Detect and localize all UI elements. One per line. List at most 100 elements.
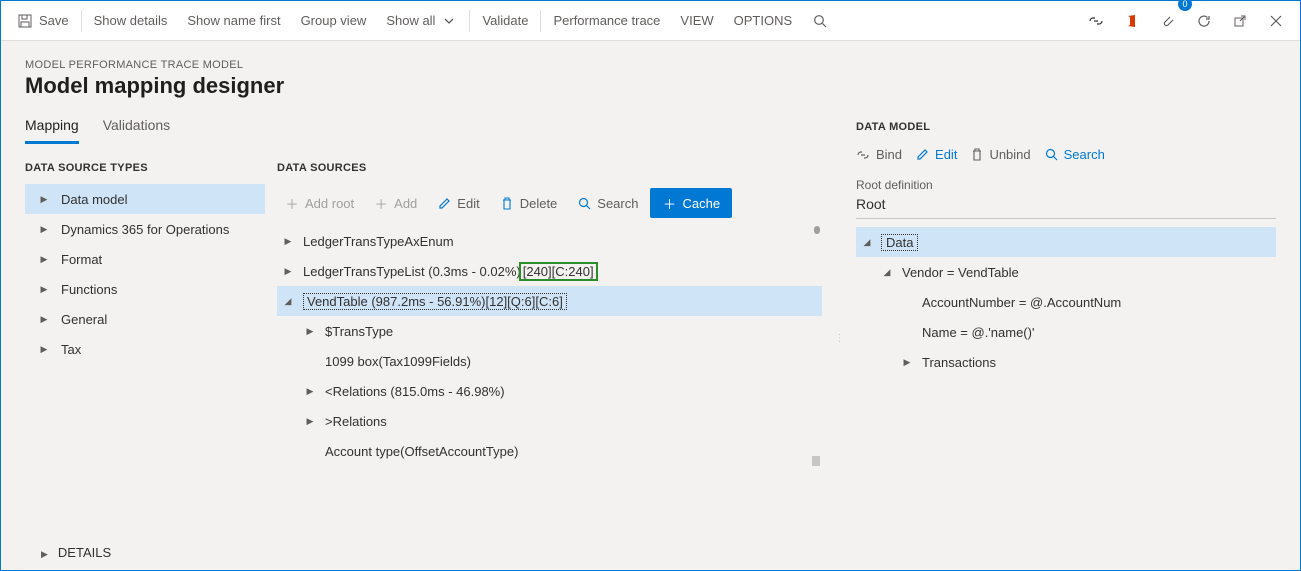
show-details-button[interactable]: Show details <box>84 1 178 40</box>
unbind-button[interactable]: Unbind <box>971 147 1030 162</box>
save-icon <box>17 13 33 29</box>
dm-edit-button[interactable]: Edit <box>916 147 957 162</box>
separator <box>81 10 82 32</box>
edit-button[interactable]: Edit <box>429 188 487 218</box>
link-icon-button[interactable] <box>1078 1 1114 40</box>
group-view-button[interactable]: Group view <box>291 1 377 40</box>
content-area: MODEL PERFORMANCE TRACE MODEL Model mapp… <box>1 41 1300 570</box>
popout-icon <box>1232 13 1248 29</box>
data-sources-panel: DATA SOURCES ＋Add root ＋Add Edit Delete … <box>277 154 822 537</box>
type-item-data-model[interactable]: ▶Data model <box>25 184 265 214</box>
chevron-down-icon <box>441 13 457 29</box>
type-item-general[interactable]: ▶General <box>25 304 265 334</box>
edit-icon <box>916 148 929 161</box>
caret-right-icon: ▶ <box>39 284 49 295</box>
data-sources-toolbar: ＋Add root ＋Add Edit Delete Search ＋Cache <box>277 184 822 226</box>
ds-row-gt-relations[interactable]: ▶>Relations <box>277 406 822 436</box>
attachments-button[interactable]: 0 <box>1150 1 1186 40</box>
dm-search-button[interactable]: Search <box>1045 147 1105 162</box>
selected-label: VendTable (987.2ms - 56.91%)[12][Q:6][C:… <box>303 293 567 310</box>
add-root-button: ＋Add root <box>277 188 362 218</box>
search-button[interactable] <box>802 1 838 40</box>
show-name-first-button[interactable]: Show name first <box>177 1 290 40</box>
scroll-bottom[interactable] <box>812 456 820 466</box>
data-model-tree: ◢Data ◢Vendor = VendTable AccountNumber … <box>856 227 1276 377</box>
cache-button[interactable]: ＋Cache <box>650 188 732 218</box>
options-button[interactable]: OPTIONS <box>724 1 803 40</box>
performance-trace-button[interactable]: Performance trace <box>543 1 670 40</box>
ds-row-accounttype[interactable]: Account type(OffsetAccountType) <box>277 436 822 466</box>
caret-right-icon: ▶ <box>39 344 49 355</box>
paperclip-icon <box>1160 13 1176 29</box>
tab-validations[interactable]: Validations <box>103 113 170 144</box>
data-sources-header: DATA SOURCES <box>277 154 822 184</box>
search-icon <box>1045 148 1058 161</box>
delete-icon <box>971 148 983 161</box>
search-icon <box>812 13 828 29</box>
dm-row-transactions[interactable]: ▶Transactions <box>856 347 1276 377</box>
caret-right-icon: ▶ <box>39 314 49 325</box>
office-icon <box>1124 13 1140 29</box>
data-model-panel: DATA MODEL Bind Edit Unbind Search Root … <box>856 59 1276 570</box>
add-button: ＋Add <box>366 188 425 218</box>
ds-row-transtype[interactable]: ▶$TransType <box>277 316 822 346</box>
caret-down-icon: ◢ <box>882 267 892 278</box>
caret-right-icon: ▶ <box>305 326 315 337</box>
caret-right-icon: ▶ <box>39 254 49 265</box>
scroll-thumb[interactable] <box>814 226 820 234</box>
caret-down-icon: ◢ <box>862 237 872 248</box>
caret-right-icon: ▶ <box>902 357 912 368</box>
type-item-functions[interactable]: ▶Functions <box>25 274 265 304</box>
bind-button[interactable]: Bind <box>856 147 902 162</box>
data-sources-tree: ▶LedgerTransTypeAxEnum ▶ LedgerTransType… <box>277 226 822 466</box>
data-model-header: DATA MODEL <box>856 121 1276 133</box>
root-definition-value[interactable]: Root <box>856 192 1276 219</box>
breadcrumb: MODEL PERFORMANCE TRACE MODEL <box>25 59 840 71</box>
link-icon <box>856 149 870 161</box>
caret-right-icon: ▶ <box>305 386 315 397</box>
validate-button[interactable]: Validate <box>472 1 538 40</box>
show-all-button[interactable]: Show all <box>376 1 467 40</box>
caret-down-icon: ◢ <box>283 296 293 307</box>
separator <box>540 10 541 32</box>
delete-icon <box>500 196 514 210</box>
tab-strip: Mapping Validations <box>25 113 840 144</box>
page-title: Model mapping designer <box>25 73 840 99</box>
type-item-d365[interactable]: ▶Dynamics 365 for Operations <box>25 214 265 244</box>
details-section[interactable]: ▶DETAILS <box>25 537 840 570</box>
plus-icon: ＋ <box>285 196 299 210</box>
ds-search-button[interactable]: Search <box>569 188 646 218</box>
caret-right-icon: ▶ <box>305 416 315 427</box>
dm-row-vendor[interactable]: ◢Vendor = VendTable <box>856 257 1276 287</box>
caret-right-icon: ▶ <box>283 236 293 247</box>
tab-mapping[interactable]: Mapping <box>25 113 79 144</box>
grip-icon: ⋮ <box>835 337 839 355</box>
dm-row-data[interactable]: ◢Data <box>856 227 1276 257</box>
office-button[interactable] <box>1114 1 1150 40</box>
plus-icon: ＋ <box>374 196 388 210</box>
ds-row-axenum[interactable]: ▶LedgerTransTypeAxEnum <box>277 226 822 256</box>
close-button[interactable] <box>1258 1 1294 40</box>
scrollbar[interactable] <box>814 226 820 466</box>
close-icon <box>1268 13 1284 29</box>
splitter[interactable]: ⋮ <box>834 154 840 537</box>
data-source-types-panel: DATA SOURCE TYPES ▶Data model ▶Dynamics … <box>25 154 265 537</box>
data-source-types-header: DATA SOURCE TYPES <box>25 154 265 184</box>
delete-button[interactable]: Delete <box>492 188 566 218</box>
ds-row-lt-relations[interactable]: ▶<Relations (815.0ms - 46.98%) <box>277 376 822 406</box>
view-button[interactable]: VIEW <box>670 1 723 40</box>
type-item-format[interactable]: ▶Format <box>25 244 265 274</box>
type-item-tax[interactable]: ▶Tax <box>25 334 265 364</box>
root-definition-label: Root definition <box>856 178 1276 192</box>
popout-button[interactable] <box>1222 1 1258 40</box>
dm-row-name[interactable]: Name = @.'name()' <box>856 317 1276 347</box>
link-icon <box>1088 13 1104 29</box>
search-icon <box>577 196 591 210</box>
dm-row-account[interactable]: AccountNumber = @.AccountNum <box>856 287 1276 317</box>
ds-row-1099[interactable]: 1099 box(Tax1099Fields) <box>277 346 822 376</box>
ds-row-list[interactable]: ▶ LedgerTransTypeList (0.3ms - 0.02%)[24… <box>277 256 822 286</box>
plus-icon: ＋ <box>662 196 676 210</box>
save-button[interactable]: Save <box>7 1 79 40</box>
ds-row-vendtable[interactable]: ◢ VendTable (987.2ms - 56.91%)[12][Q:6][… <box>277 286 822 316</box>
data-model-toolbar: Bind Edit Unbind Search <box>856 143 1276 172</box>
